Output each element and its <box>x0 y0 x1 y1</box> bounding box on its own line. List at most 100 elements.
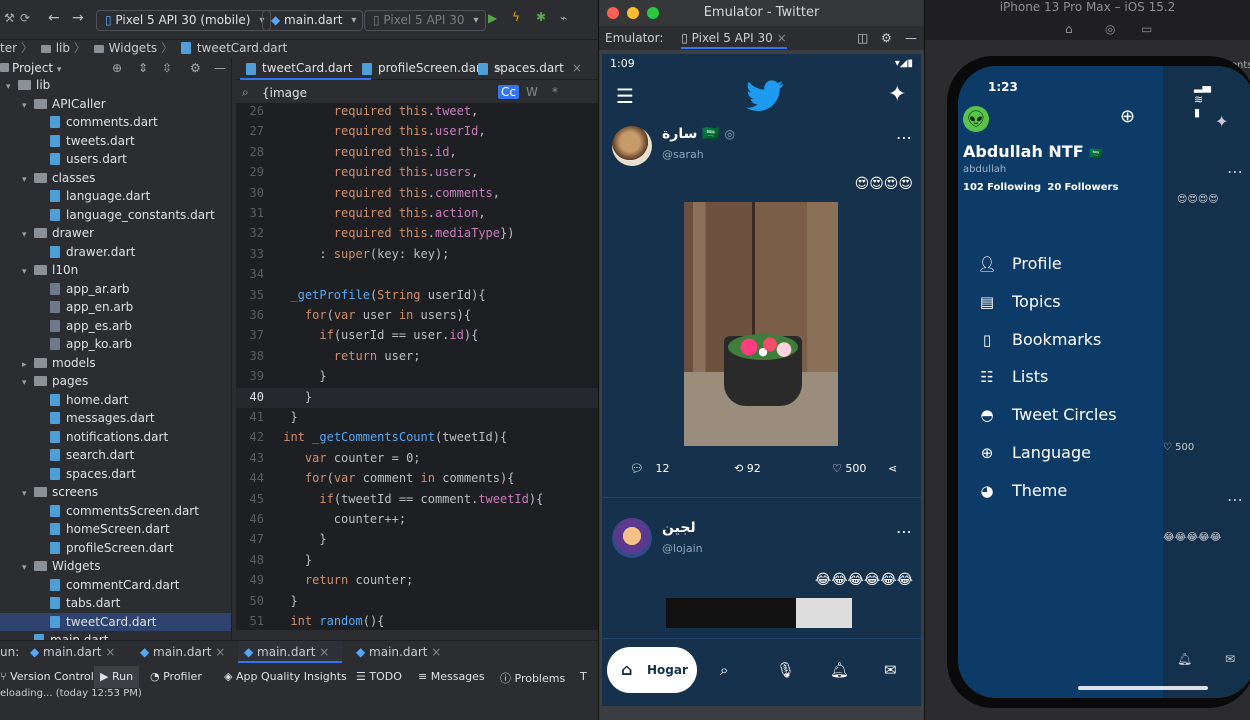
project-tree-item[interactable]: commentCard.dart <box>0 576 231 595</box>
project-tree-item[interactable]: app_es.arb <box>0 317 231 336</box>
project-tree-item[interactable]: app_en.arb <box>0 298 231 317</box>
project-tree-item[interactable]: spaces.dart <box>0 465 231 484</box>
project-tree-item[interactable]: drawer.dart <box>0 243 231 262</box>
run-tab-active[interactable]: ◆ main.dart × <box>238 641 342 663</box>
emulator-device-tab[interactable]: ▯ Pixel 5 API 30 × <box>681 31 787 49</box>
project-tree-item[interactable]: ▾ pages <box>0 372 231 391</box>
hot-reload-icon[interactable]: ϟ <box>512 10 520 24</box>
tweet-image[interactable] <box>666 598 852 628</box>
project-tree-item[interactable]: tabs.dart <box>0 594 231 613</box>
minimize-window-button[interactable] <box>627 7 639 19</box>
comment-button[interactable]: 💬︎ 12 <box>630 462 669 475</box>
second-device-selector[interactable]: ▯ Pixel 5 API 30 <box>364 10 486 31</box>
project-tree-item[interactable]: ▾ classes <box>0 169 231 188</box>
mail-icon[interactable]: ✉ <box>884 661 897 679</box>
microphone-icon[interactable]: 🎙︎ <box>776 661 795 679</box>
project-tree-item[interactable]: tweets.dart <box>0 132 231 151</box>
drawer-item-theme[interactable]: ◕ Theme <box>976 481 1067 505</box>
avatar[interactable] <box>612 126 652 166</box>
project-tree-item[interactable]: tweetCard.dart <box>0 612 231 631</box>
close-icon[interactable]: × <box>572 61 582 75</box>
version-control-tab[interactable]: ⑂ Version Control <box>0 670 94 683</box>
project-tree-item[interactable]: main.dart <box>0 631 231 640</box>
forward-arrow-icon[interactable]: → <box>72 10 84 26</box>
breadcrumb-item[interactable]: Widgets <box>109 41 158 55</box>
problems-tab[interactable]: ⓘ Problems <box>500 670 565 686</box>
gear-icon[interactable]: ⚙ <box>190 58 201 78</box>
avatar[interactable]: 👽︎ <box>963 106 989 132</box>
drawer-item-lists[interactable]: ☷ Lists <box>976 367 1048 391</box>
more-options-icon[interactable]: ⋯ <box>896 522 912 541</box>
messages-tab[interactable]: ≡ Messages <box>418 670 485 683</box>
run-icon[interactable]: ▶ <box>488 11 497 25</box>
target-icon[interactable]: ⊕ <box>112 58 122 78</box>
project-tree-item[interactable]: ▾ l10n <box>0 261 231 280</box>
project-tree-item[interactable]: comments.dart <box>0 113 231 132</box>
tab-spaces[interactable]: spaces.dart × <box>472 58 582 80</box>
run-tool-tab[interactable]: ▶ Run <box>94 666 140 688</box>
match-case-toggle[interactable]: Cc <box>498 85 519 99</box>
tweet-image[interactable] <box>684 202 838 446</box>
drawer-item-profile[interactable]: 👤︎ Profile <box>976 254 1061 278</box>
run-tab[interactable]: ◆ main.dart × <box>30 645 115 659</box>
search-input[interactable]: {image <box>262 86 307 100</box>
project-tree-item[interactable]: messages.dart <box>0 409 231 428</box>
drawer-item-language[interactable]: ⊕ Language <box>976 443 1091 467</box>
drawer-item-tweet-circles[interactable]: ◓ Tweet Circles <box>976 405 1116 429</box>
tab-tweetcard[interactable]: tweetCard.dart× <box>240 58 371 80</box>
back-arrow-icon[interactable]: ← <box>48 10 60 26</box>
project-tree-item[interactable]: ▾ APICaller <box>0 95 231 114</box>
home-indicator[interactable] <box>1078 686 1208 690</box>
gear-icon[interactable]: ⚙ <box>881 26 892 50</box>
project-tree-item[interactable]: profileScreen.dart <box>0 539 231 558</box>
project-tree-item[interactable]: homeScreen.dart <box>0 520 231 539</box>
project-tree-item[interactable]: ▾ screens <box>0 483 231 502</box>
code-editor[interactable]: 26 required this.tweet, 27 required this.… <box>236 104 600 630</box>
sparkle-icon[interactable]: ✦ <box>888 82 906 107</box>
todo-tab[interactable]: ☰ TODO <box>356 670 402 683</box>
project-tree-item[interactable]: commentsScreen.dart <box>0 502 231 521</box>
project-tree-item[interactable]: app_ko.arb <box>0 335 231 354</box>
drawer-item-topics[interactable]: ▤ Topics <box>976 292 1061 316</box>
project-tree-item[interactable]: notifications.dart <box>0 428 231 447</box>
home-icon[interactable]: ⌂ <box>1065 22 1073 36</box>
project-tree-item[interactable]: ▾ lib <box>0 76 231 95</box>
expand-all-icon[interactable]: ⇕ <box>138 58 148 78</box>
debug-icon[interactable]: ✱ <box>536 10 546 24</box>
project-tree-item[interactable]: users.dart <box>0 150 231 169</box>
project-tree-item[interactable]: app_ar.arb <box>0 280 231 299</box>
terminal-tab[interactable]: T <box>580 670 587 683</box>
project-header[interactable]: Project ▾ ⊕ ⇕ ⇳ ⚙ — <box>0 58 231 78</box>
whole-word-toggle[interactable]: W <box>526 85 538 99</box>
tweet-author[interactable]: لجين <box>662 520 696 536</box>
zoom-window-button[interactable] <box>647 7 659 19</box>
menu-icon[interactable]: ☰ <box>616 84 634 108</box>
profiler-tab[interactable]: ◔ Profiler <box>150 670 202 683</box>
screenshot-icon[interactable]: ◎ <box>1105 22 1115 36</box>
breadcrumb-item[interactable]: lib <box>56 41 70 55</box>
close-window-button[interactable] <box>607 7 619 19</box>
nav-home-button[interactable]: ⌂ Hogar <box>607 647 697 693</box>
tweet-card[interactable]: سارة 🇸🇦 ◎ @sarah ⋯ 😍😍😍😍 💬︎ 12 ⟲ 92 ♡ 500… <box>602 122 921 498</box>
more-options-icon[interactable]: ⋯ <box>896 128 912 147</box>
avatar[interactable] <box>612 518 652 558</box>
breadcrumb-item[interactable]: tweetCard.dart <box>197 41 288 55</box>
run-tab[interactable]: ◆ main.dart × <box>140 645 225 659</box>
project-tree-item[interactable]: ▸ models <box>0 354 231 373</box>
minimize-icon[interactable]: — <box>214 58 226 78</box>
bell-icon[interactable]: 🔔︎ <box>830 661 849 679</box>
globe-icon[interactable]: ⊕ <box>1120 106 1135 127</box>
tweet-card[interactable]: لجين @lojain ⋯ 😂😂😂😂😂😂 <box>602 498 921 628</box>
layout-icon[interactable]: ◫ <box>857 26 868 50</box>
drawer-item-bookmarks[interactable]: ▯ Bookmarks <box>976 330 1102 354</box>
regex-toggle[interactable]: * <box>552 85 558 99</box>
collapse-all-icon[interactable]: ⇳ <box>162 58 172 78</box>
follow-stats[interactable]: 102 Following 20 Followers <box>963 182 1118 193</box>
rotate-icon[interactable]: ▭ <box>1141 22 1152 36</box>
retweet-button[interactable]: ⟲ 92 <box>734 462 761 475</box>
project-tree-item[interactable]: ▾ Widgets <box>0 557 231 576</box>
project-tree-item[interactable]: home.dart <box>0 391 231 410</box>
attach-icon[interactable]: ⌁ <box>560 11 567 25</box>
search-icon[interactable]: ⌕ <box>720 661 728 679</box>
minimize-icon[interactable]: — <box>905 26 917 50</box>
